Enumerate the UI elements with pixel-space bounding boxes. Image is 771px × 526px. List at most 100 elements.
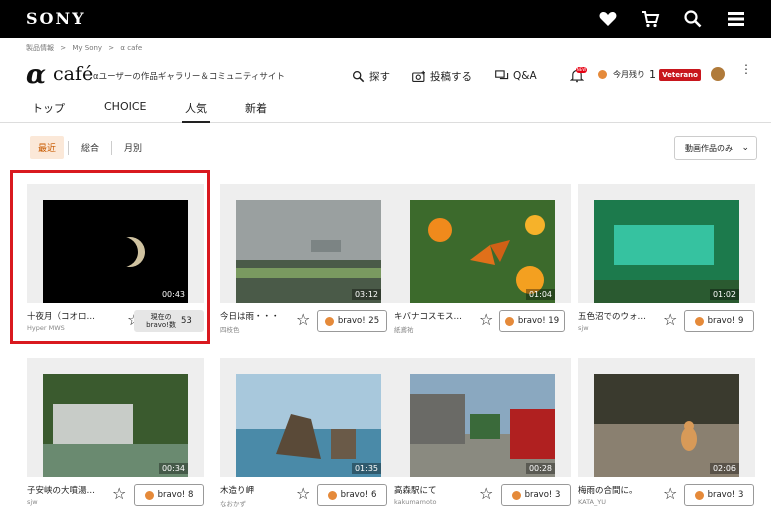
video-author[interactable]: kakumamoto xyxy=(394,498,436,506)
favorites-heart-icon[interactable] xyxy=(598,9,618,29)
video-card[interactable]: 00:28 高森駅にて kakumamoto ☆ bravo! 3 xyxy=(394,358,571,518)
camera-plus-icon xyxy=(412,70,425,82)
tab-top[interactable]: トップ xyxy=(32,100,65,123)
video-author[interactable]: 紙鳶祐 xyxy=(394,324,414,334)
bravo-button[interactable]: bravo! 9 xyxy=(684,310,754,332)
bravo-button[interactable]: bravo! 6 xyxy=(317,484,387,506)
video-title[interactable]: 五色沼でのウォ… xyxy=(578,310,673,322)
hot-spring-gorge-photo xyxy=(43,374,188,477)
site-tagline: αユーザーの作品ギャラリー＆コミュニティサイト xyxy=(93,72,285,82)
video-card[interactable]: 01:02 五色沼でのウォ… sjw ☆ bravo! 9 xyxy=(578,184,755,344)
favorite-star-icon[interactable]: ☆ xyxy=(663,484,677,503)
breadcrumb: 製品情報 > My Sony > α cafe xyxy=(26,43,146,53)
video-thumbnail[interactable]: 01:02 xyxy=(578,184,755,303)
breadcrumb-separator: > xyxy=(108,44,115,52)
remaining-count: 1 xyxy=(649,68,656,81)
video-thumbnail[interactable]: 03:12 xyxy=(220,184,397,303)
video-duration: 01:02 xyxy=(709,289,739,300)
bravo-label: bravo! 3 xyxy=(524,490,561,500)
video-author[interactable]: 四枝色 xyxy=(220,324,240,334)
video-duration: 00:28 xyxy=(525,463,555,474)
bravo-button[interactable]: bravo! 19 xyxy=(499,310,565,332)
nav-search-label: 探す xyxy=(369,70,390,83)
chevron-down-icon: ⌄ xyxy=(741,143,749,153)
video-duration: 03:12 xyxy=(351,289,381,300)
video-thumbnail[interactable]: 01:35 xyxy=(220,358,397,477)
more-menu-icon[interactable]: ⋮ xyxy=(740,63,752,75)
video-duration: 01:35 xyxy=(351,463,381,474)
video-author[interactable]: KATA_YU xyxy=(578,498,606,506)
video-author[interactable]: sjw xyxy=(578,324,589,332)
video-author[interactable]: なおかず xyxy=(220,498,246,508)
divider xyxy=(68,140,70,155)
menu-hamburger-icon[interactable] xyxy=(726,9,746,29)
favorite-star-icon[interactable]: ☆ xyxy=(479,484,493,503)
search-icon xyxy=(352,70,365,82)
bravo-label: bravo! 6 xyxy=(340,490,377,500)
bravo-button[interactable]: bravo! 25 xyxy=(317,310,387,332)
rank-badge[interactable]: Veterano xyxy=(659,69,701,81)
bravo-label: bravo! 3 xyxy=(707,490,744,500)
bravo-label: bravo! 19 xyxy=(517,316,560,326)
bravo-hand-icon xyxy=(694,490,704,500)
subtab-overall[interactable]: 総合 xyxy=(73,136,107,159)
bravo-button[interactable]: bravo! 8 xyxy=(134,484,204,506)
subtab-monthly[interactable]: 月別 xyxy=(116,136,150,159)
tab-choice[interactable]: CHOICE xyxy=(104,100,147,123)
bravo-hand-icon xyxy=(327,490,337,500)
favorite-star-icon[interactable]: ☆ xyxy=(296,484,310,503)
video-filter-dropdown[interactable]: 動画作品のみ ⌄ xyxy=(674,136,757,160)
breadcrumb-my-sony[interactable]: My Sony xyxy=(72,44,102,52)
cart-icon[interactable] xyxy=(640,9,660,29)
favorite-star-icon[interactable]: ☆ xyxy=(479,310,493,329)
video-card[interactable]: 01:35 木造り岬 なおかず ☆ bravo! 6 xyxy=(220,358,397,518)
video-title[interactable]: 子安峡の大噴湯… xyxy=(27,484,122,496)
video-title[interactable]: 高森駅にて xyxy=(394,484,489,496)
video-card[interactable]: 02:06 梅雨の合間に。 KATA_YU ☆ bravo! 3 xyxy=(578,358,755,518)
tab-popular[interactable]: 人気 xyxy=(182,100,210,123)
tab-new[interactable]: 新着 xyxy=(245,100,267,123)
bravo-hand-icon xyxy=(504,316,514,326)
video-title[interactable]: キバナコスモス… xyxy=(394,310,489,322)
video-card[interactable]: 03:12 今日は雨・・・ 四枝色 ☆ bravo! 25 xyxy=(220,184,397,344)
video-duration: 02:06 xyxy=(709,463,739,474)
subtab-recent[interactable]: 最近 xyxy=(30,136,65,159)
sony-logo[interactable]: SONY xyxy=(26,9,86,28)
highlight-box xyxy=(10,170,210,344)
bravo-label: bravo! 25 xyxy=(337,316,380,326)
brand-logo-alpha[interactable]: α xyxy=(26,60,46,90)
chat-icon xyxy=(495,69,509,79)
breadcrumb-alpha-cafe: α cafe xyxy=(120,44,143,52)
nav-qa-button[interactable]: Q&A xyxy=(495,66,537,86)
video-thumbnail[interactable]: 00:34 xyxy=(27,358,204,477)
video-thumbnail[interactable]: 02:06 xyxy=(578,358,755,477)
divider xyxy=(111,140,113,155)
brand-logo-cafe[interactable]: café xyxy=(53,63,93,85)
breadcrumb-products[interactable]: 製品情報 xyxy=(26,44,54,52)
filter-label: 動画作品のみ xyxy=(685,143,733,153)
rock-shrine-sea-photo xyxy=(236,374,381,477)
nav-qa-label: Q&A xyxy=(513,70,537,82)
bravo-button[interactable]: bravo! 3 xyxy=(684,484,754,506)
cat-on-path-photo xyxy=(594,374,739,477)
search-icon[interactable] xyxy=(683,9,703,29)
favorite-star-icon[interactable]: ☆ xyxy=(663,310,677,329)
bravo-button[interactable]: bravo! 3 xyxy=(501,484,571,506)
video-thumbnail[interactable]: 01:04 xyxy=(394,184,571,303)
nav-post-button[interactable]: 投稿する xyxy=(412,66,472,86)
video-card[interactable]: 01:04 キバナコスモス… 紙鳶祐 ☆ bravo! 19 xyxy=(394,184,571,344)
user-avatar[interactable] xyxy=(711,67,725,81)
remaining-label: 今月残り xyxy=(613,70,645,79)
video-author[interactable]: sjw xyxy=(27,498,38,506)
video-card[interactable]: 00:34 子安峡の大噴湯… sjw ☆ bravo! 8 xyxy=(27,358,204,518)
favorite-star-icon[interactable]: ☆ xyxy=(112,484,126,503)
sub-tabs: 最近 総合 月別 xyxy=(30,136,150,159)
bravo-hand-icon xyxy=(694,316,704,326)
nav-search-button[interactable]: 探す xyxy=(352,66,390,86)
video-thumbnail[interactable]: 00:28 xyxy=(394,358,571,477)
bravo-label: bravo! 9 xyxy=(707,316,744,326)
favorite-star-icon[interactable]: ☆ xyxy=(296,310,310,329)
video-title[interactable]: 梅雨の合間に。 xyxy=(578,484,673,496)
top-bar: SONY xyxy=(0,0,771,38)
video-duration: 00:34 xyxy=(158,463,188,474)
